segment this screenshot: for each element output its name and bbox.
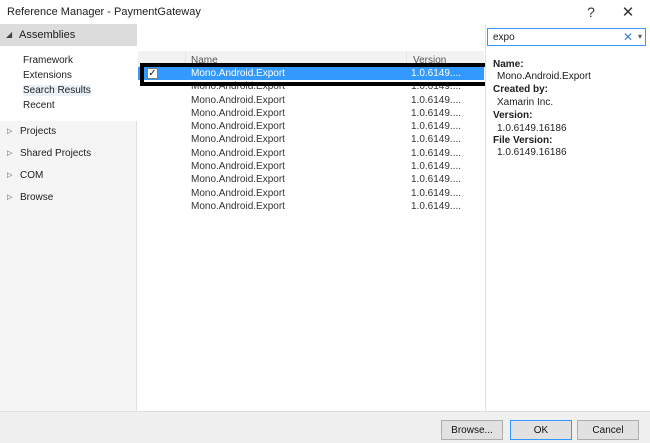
reference-manager-dialog: Reference Manager - PaymentGateway ? ✕ ◢…	[0, 0, 650, 443]
detail-version-label: Version:	[493, 110, 533, 121]
assembly-version: 1.0.6149....	[411, 187, 462, 199]
nav-recent[interactable]: Recent	[23, 100, 55, 111]
collapsed-triangle-icon: ▷	[7, 172, 13, 179]
nav-shared-projects-label: Shared Projects	[20, 148, 92, 159]
assembly-version: 1.0.6149....	[411, 94, 462, 106]
assembly-row[interactable]: Mono.Android.Export 1.0.6149....	[138, 94, 484, 107]
detail-file-version-value: 1.0.6149.16186	[497, 147, 567, 158]
assembly-version: 1.0.6149....	[411, 174, 462, 186]
title-bar: Reference Manager - PaymentGateway ? ✕	[0, 0, 650, 24]
assembly-version: 1.0.6149....	[411, 68, 462, 79]
assembly-name: Mono.Android.Export	[191, 68, 285, 79]
version-column-header[interactable]: Version	[406, 51, 456, 66]
nav-projects[interactable]: ▷ Projects	[0, 123, 137, 141]
nav-projects-label: Projects	[20, 126, 57, 137]
search-box[interactable]: expo ✕ ▾	[487, 28, 646, 46]
assembly-name: Mono.Android.Export	[191, 94, 285, 106]
assembly-row[interactable]: Mono.Android.Export 1.0.6149....	[138, 187, 484, 200]
assembly-name: Mono.Android.Export	[191, 187, 285, 199]
detail-version-value: 1.0.6149.16186	[497, 123, 567, 134]
assembly-row[interactable]: Mono.Android.Export 1.0.6149....	[138, 173, 484, 186]
assembly-row[interactable]: Mono.Android.Export 1.0.6149....	[138, 160, 484, 173]
detail-created-label: Created by:	[493, 84, 549, 95]
assembly-version: 1.0.6149....	[411, 81, 462, 93]
assembly-name: Mono.Android.Export	[191, 174, 285, 186]
nav-search-results[interactable]: Search Results	[23, 85, 91, 96]
assembly-name: Mono.Android.Export	[191, 121, 285, 133]
assembly-version: 1.0.6149....	[411, 134, 462, 146]
assembly-version: 1.0.6149....	[411, 107, 462, 119]
assembly-row[interactable]: Mono.Android.Export 1.0.6149....	[138, 120, 484, 133]
nav-com[interactable]: ▷ COM	[0, 167, 137, 185]
nav-extensions[interactable]: Extensions	[23, 70, 72, 81]
browse-button[interactable]: Browse...	[441, 420, 503, 440]
assembly-name: Mono.Android.Export	[191, 200, 285, 212]
cancel-button[interactable]: Cancel	[577, 420, 639, 440]
assembly-version: 1.0.6149....	[411, 200, 462, 212]
detail-file-version-label: File Version:	[493, 135, 553, 146]
nav-browse-label: Browse	[20, 192, 54, 203]
window-title: Reference Manager - PaymentGateway	[7, 6, 201, 18]
assembly-row[interactable]: Mono.Android.Export 1.0.6149....	[138, 200, 484, 213]
close-button[interactable]: ✕	[609, 0, 647, 24]
assembly-version: 1.0.6149....	[411, 161, 462, 173]
details-panel: expo ✕ ▾ Name: Mono.Android.Export Creat…	[485, 24, 650, 411]
detail-name-value: Mono.Android.Export	[497, 71, 591, 82]
help-button[interactable]: ?	[572, 0, 610, 24]
assembly-row[interactable]: ✓ Mono.Android.Export 1.0.6149....	[138, 67, 484, 81]
detail-name-label: Name:	[493, 59, 524, 70]
nav-com-label: COM	[20, 170, 44, 181]
search-input[interactable]: expo	[493, 32, 515, 43]
assembly-name: Mono.Android.Export	[191, 107, 285, 119]
detail-created-value: Xamarin Inc.	[497, 97, 554, 108]
search-dropdown-icon[interactable]: ▾	[638, 32, 642, 41]
column-header: Name Version	[138, 51, 484, 67]
assembly-row[interactable]: Mono.Android.Export 1.0.6149....	[138, 133, 484, 146]
assembly-name: Mono.Android.Export	[191, 81, 285, 93]
assembly-row[interactable]: Mono.Android.Export 1.0.6149....	[138, 147, 484, 160]
expanded-triangle-icon: ◢	[6, 30, 13, 39]
clear-search-icon[interactable]: ✕	[623, 30, 633, 44]
assembly-name: Mono.Android.Export	[191, 147, 285, 159]
nav-assemblies[interactable]: ◢ Assemblies	[0, 24, 137, 46]
nav-shared-projects[interactable]: ▷ Shared Projects	[0, 145, 137, 163]
nav-browse[interactable]: ▷ Browse	[0, 189, 137, 207]
assembly-version: 1.0.6149....	[411, 121, 462, 133]
ok-button[interactable]: OK	[510, 420, 572, 440]
assembly-row[interactable]: Mono.Android.Export 1.0.6149....	[138, 107, 484, 120]
assembly-list-panel: Name Version ✓ Mono.Android.Export 1.0.614…	[138, 24, 492, 411]
assembly-name: Mono.Android.Export	[191, 134, 285, 146]
assemblies-subitems: Framework Extensions Search Results Rece…	[0, 46, 137, 121]
assembly-name: Mono.Android.Export	[191, 161, 285, 173]
collapsed-triangle-icon: ▷	[7, 128, 13, 135]
checkbox-column-header[interactable]	[138, 51, 186, 66]
category-nav: ◢ Assemblies Framework Extensions Search…	[0, 24, 137, 411]
dialog-footer: Browse... OK Cancel	[0, 411, 650, 443]
assembly-row[interactable]: Mono.Android.Export 1.0.6149....	[138, 80, 484, 93]
row-checkbox[interactable]: ✓	[147, 68, 158, 79]
nav-framework[interactable]: Framework	[23, 55, 73, 66]
assembly-rows: ✓ Mono.Android.Export 1.0.6149.... Mono.And…	[138, 67, 484, 213]
collapsed-triangle-icon: ▷	[7, 194, 13, 201]
name-column-header[interactable]: Name	[191, 55, 218, 66]
nav-assemblies-label: Assemblies	[19, 29, 76, 41]
collapsed-triangle-icon: ▷	[7, 150, 13, 157]
assembly-version: 1.0.6149....	[411, 147, 462, 159]
